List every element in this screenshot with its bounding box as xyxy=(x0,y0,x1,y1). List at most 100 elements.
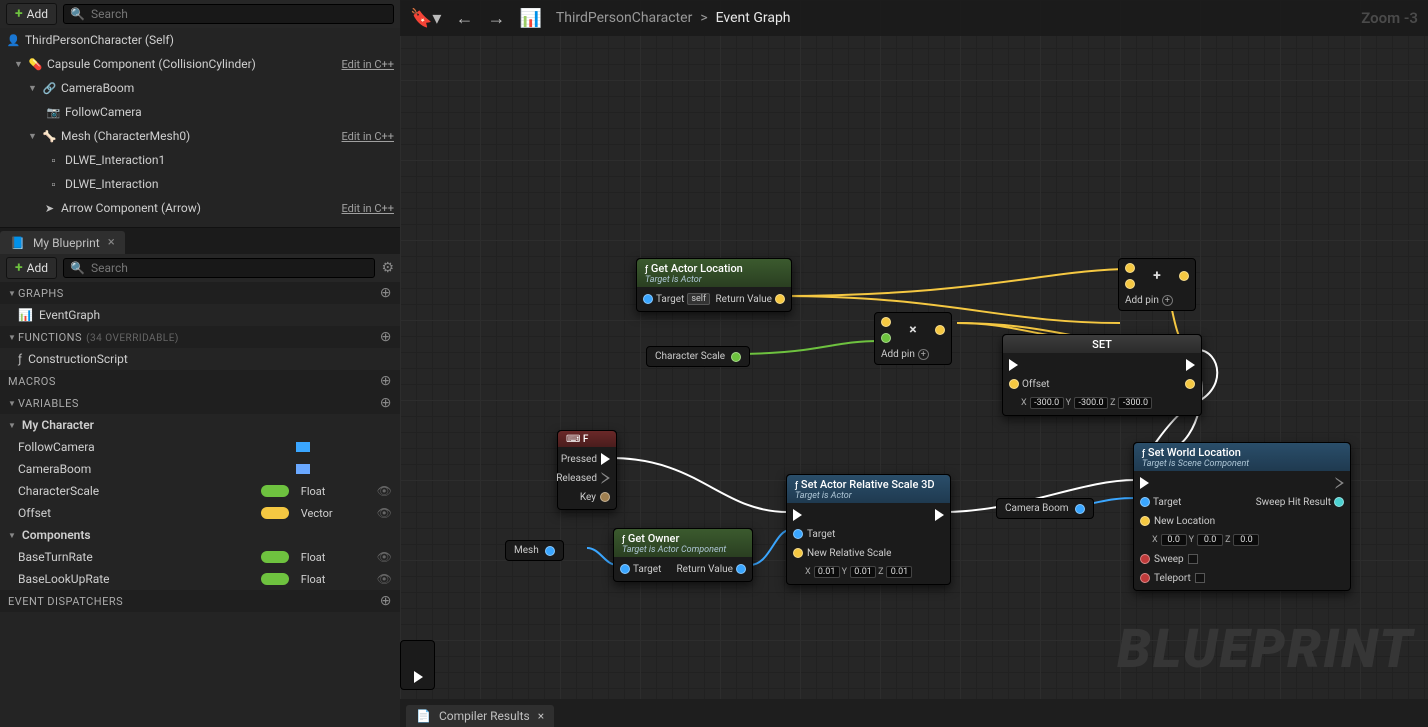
input-y[interactable]: 0.01 xyxy=(850,566,876,578)
var-characterscale[interactable]: CharacterScaleFloat👁 xyxy=(0,480,400,502)
add-pin-icon[interactable]: + xyxy=(918,349,929,360)
section-macros[interactable]: MACROS⊕ xyxy=(0,370,400,392)
tree-row-mesh[interactable]: ▼🦴Mesh (CharacterMesh0)Edit in C++ xyxy=(0,124,400,148)
input-z[interactable]: 0.01 xyxy=(886,566,912,578)
visibility-icon[interactable]: 👁 xyxy=(377,572,392,586)
pin-sweep[interactable] xyxy=(1140,554,1150,564)
section-variables[interactable]: ▼VARIABLES⊕ xyxy=(0,392,400,414)
pin-key[interactable] xyxy=(600,492,610,502)
pin-out[interactable] xyxy=(545,546,555,556)
node-multiply[interactable]: × Add pin+ xyxy=(874,312,952,365)
nav-forward-icon[interactable]: → xyxy=(487,8,505,29)
pin-offset[interactable] xyxy=(1009,379,1019,389)
var-cameraboom[interactable]: CameraBoom xyxy=(0,458,400,480)
pin-return[interactable] xyxy=(775,294,785,304)
pin-out[interactable] xyxy=(1179,271,1189,281)
add-graph-icon[interactable]: ⊕ xyxy=(380,285,392,301)
add-variable-icon[interactable]: ⊕ xyxy=(380,395,392,411)
input-y[interactable]: -300.0 xyxy=(1074,397,1108,409)
pin-exec-in[interactable] xyxy=(793,509,802,521)
pin-b[interactable] xyxy=(881,333,891,343)
pin-out[interactable] xyxy=(1075,504,1085,514)
tree-row-cameraboom[interactable]: ▼🔗CameraBoom xyxy=(0,76,400,100)
item-construction[interactable]: ƒConstructionScript xyxy=(0,348,400,370)
visibility-icon[interactable]: 👁 xyxy=(377,506,392,520)
node-set-offset[interactable]: SET Offset X-300.0 Y-300.0 Z-300.0 xyxy=(1002,334,1202,416)
node-get-owner[interactable]: ƒ Get OwnerTarget is Actor Component Tar… xyxy=(613,528,753,582)
input-y[interactable]: 0.0 xyxy=(1197,534,1223,546)
gear-icon[interactable]: ⚙ xyxy=(381,260,394,276)
section-functions[interactable]: ▼FUNCTIONS(34 OVERRIDABLE)⊕ xyxy=(0,326,400,348)
pin-return[interactable] xyxy=(736,564,746,574)
var-group-components[interactable]: ▼Components xyxy=(0,524,400,546)
components-search[interactable]: 🔍 xyxy=(63,4,394,24)
pin-scale[interactable] xyxy=(793,548,803,558)
breadcrumb[interactable]: ThirdPersonCharacter > Event Graph xyxy=(556,10,791,26)
component-tree[interactable]: 👤ThirdPersonCharacter (Self) ▼💊Capsule C… xyxy=(0,28,400,228)
pin-out[interactable] xyxy=(1185,379,1195,389)
add-function-icon[interactable]: ⊕ xyxy=(380,329,392,345)
visibility-icon[interactable]: 👁 xyxy=(377,550,392,564)
pin-target[interactable] xyxy=(620,564,630,574)
var-offset[interactable]: OffsetVector👁 xyxy=(0,502,400,524)
node-camera-boom[interactable]: Camera Boom xyxy=(996,498,1094,519)
pin-exec-in[interactable] xyxy=(1140,477,1149,489)
item-eventgraph[interactable]: 📊EventGraph xyxy=(0,304,400,326)
blueprint-search[interactable]: 🔍 xyxy=(63,258,375,278)
pin-out[interactable] xyxy=(935,325,945,335)
node-input-f[interactable]: ⌨ F Pressed Released Key xyxy=(557,430,617,510)
add-new-button[interactable]: +Add xyxy=(6,257,57,279)
var-baselookuprate[interactable]: BaseLookUpRateFloat👁 xyxy=(0,568,400,590)
edit-cpp-link[interactable]: Edit in C++ xyxy=(342,202,394,215)
close-icon[interactable]: × xyxy=(538,709,544,723)
checkbox-teleport[interactable] xyxy=(1195,573,1205,583)
visibility-icon[interactable]: 👁 xyxy=(377,484,392,498)
tree-row-interaction1[interactable]: ▫DLWE_Interaction1 xyxy=(0,148,400,172)
node-character-scale[interactable]: Character Scale xyxy=(646,346,750,367)
pin-b[interactable] xyxy=(1125,279,1135,289)
pin-target[interactable] xyxy=(793,529,803,539)
input-z[interactable]: 0.0 xyxy=(1233,534,1259,546)
var-followcamera[interactable]: FollowCamera xyxy=(0,436,400,458)
close-icon[interactable]: × xyxy=(108,235,115,250)
input-x[interactable]: 0.01 xyxy=(814,566,840,578)
pin-newloc[interactable] xyxy=(1140,516,1150,526)
components-search-input[interactable] xyxy=(91,7,387,21)
input-x[interactable]: 0.0 xyxy=(1161,534,1187,546)
tab-myblueprint[interactable]: 📘 My Blueprint× xyxy=(0,231,125,254)
tree-row-interaction[interactable]: ▫DLWE_Interaction xyxy=(0,172,400,196)
tree-row-followcamera[interactable]: 📷FollowCamera xyxy=(0,100,400,124)
pin-exec-out[interactable] xyxy=(1186,359,1195,371)
expand-icon[interactable]: ▼ xyxy=(14,59,24,70)
node-set-actor-scale[interactable]: ƒ Set Actor Relative Scale 3DTarget is A… xyxy=(786,474,951,585)
var-group-mycharacter[interactable]: ▼My Character xyxy=(0,414,400,436)
pin-a[interactable] xyxy=(881,317,891,327)
graph-canvas[interactable]: 🔖▾ ← → 📊 ThirdPersonCharacter > Event Gr… xyxy=(400,0,1428,727)
pin-teleport[interactable] xyxy=(1140,573,1150,583)
edit-cpp-link[interactable]: Edit in C++ xyxy=(342,58,394,71)
add-pin-icon[interactable]: + xyxy=(1162,295,1173,306)
section-graphs[interactable]: ▼GRAPHS⊕ xyxy=(0,282,400,304)
expand-icon[interactable]: ▼ xyxy=(28,131,38,142)
node-add[interactable]: + Add pin+ xyxy=(1118,258,1196,311)
node-mesh[interactable]: Mesh xyxy=(505,540,564,561)
tree-row-capsule[interactable]: ▼💊Capsule Component (CollisionCylinder)E… xyxy=(0,52,400,76)
pin-out[interactable] xyxy=(731,352,741,362)
pin-exec-out[interactable] xyxy=(1335,477,1344,489)
tree-row-self[interactable]: 👤ThirdPersonCharacter (Self) xyxy=(0,28,400,52)
pin-exec-in[interactable] xyxy=(1009,359,1018,371)
pin-target[interactable] xyxy=(1140,497,1150,507)
tree-row-arrow[interactable]: ➤Arrow Component (Arrow)Edit in C++ xyxy=(0,196,400,220)
expand-icon[interactable]: ▼ xyxy=(28,83,38,94)
pin-a[interactable] xyxy=(1125,263,1135,273)
edit-cpp-link[interactable]: Edit in C++ xyxy=(342,130,394,143)
add-macro-icon[interactable]: ⊕ xyxy=(380,373,392,389)
pin-target[interactable] xyxy=(643,294,653,304)
section-dispatchers[interactable]: EVENT DISPATCHERS⊕ xyxy=(0,590,400,612)
node-get-actor-location[interactable]: ƒ Get Actor LocationTarget is Actor Targ… xyxy=(636,258,792,312)
input-z[interactable]: -300.0 xyxy=(1118,397,1152,409)
pin-hit[interactable] xyxy=(1334,497,1344,507)
pin-exec-out[interactable] xyxy=(935,509,944,521)
node-set-world-location[interactable]: ƒ Set World LocationTarget is Scene Comp… xyxy=(1133,442,1351,591)
bookmark-icon[interactable]: 🔖▾ xyxy=(410,8,441,29)
